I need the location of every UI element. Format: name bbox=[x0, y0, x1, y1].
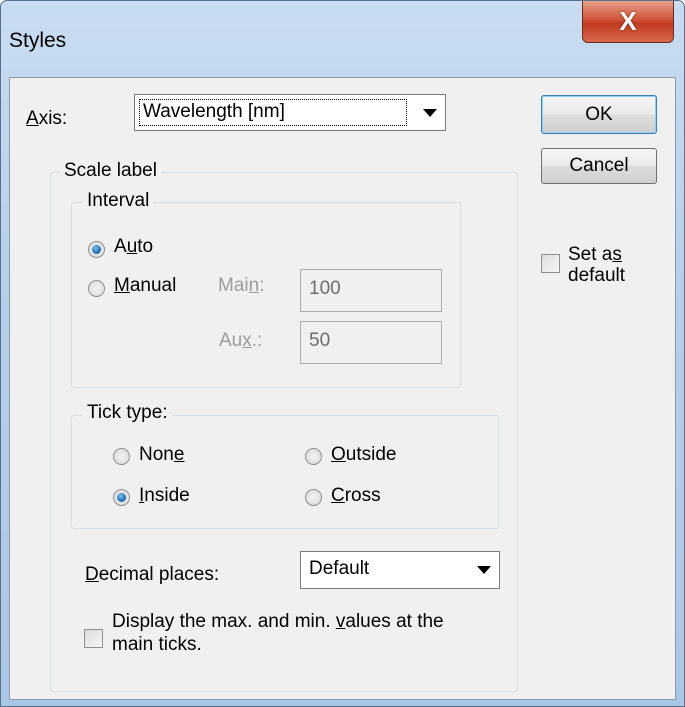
styles-dialog: Styles X Axis: Wavelength [nm] OK Cancel… bbox=[0, 0, 685, 707]
decimal-places-select[interactable]: Default bbox=[300, 551, 500, 589]
display-maxmin-label: Display the max. and min. values at the m… bbox=[112, 611, 444, 655]
aux-input[interactable]: 50 bbox=[300, 321, 442, 364]
decimal-places-value: Default bbox=[309, 558, 370, 579]
set-default-label: Set as default bbox=[568, 244, 626, 286]
axis-select[interactable]: Wavelength [nm] bbox=[134, 94, 446, 131]
interval-title: Interval bbox=[83, 190, 154, 212]
dialog-body: Axis: Wavelength [nm] OK Cancel Set as de… bbox=[9, 77, 676, 700]
dropdown-arrow-icon bbox=[423, 109, 437, 117]
inside-radio[interactable] bbox=[113, 489, 130, 506]
manual-radio[interactable] bbox=[88, 280, 105, 297]
cross-label: Cross bbox=[331, 485, 381, 506]
main-input[interactable]: 100 bbox=[300, 269, 442, 312]
scale-label-title: Scale label bbox=[60, 160, 161, 182]
decimal-places-label: Decimal places: bbox=[85, 564, 220, 585]
display-maxmin-checkbox[interactable] bbox=[84, 629, 103, 648]
none-label: None bbox=[139, 444, 185, 465]
window-title: Styles bbox=[9, 29, 67, 52]
main-label: Main: bbox=[218, 275, 265, 296]
set-default-checkbox[interactable] bbox=[541, 254, 560, 273]
manual-label: Manual bbox=[114, 275, 177, 296]
close-button[interactable]: X bbox=[582, 1, 674, 43]
ok-button[interactable]: OK bbox=[541, 95, 657, 134]
cancel-button[interactable]: Cancel bbox=[541, 148, 657, 184]
axis-select-value: Wavelength [nm] bbox=[143, 101, 285, 122]
aux-label: Aux.: bbox=[219, 330, 263, 351]
auto-label: Auto bbox=[114, 236, 154, 257]
none-radio[interactable] bbox=[113, 448, 130, 465]
close-icon: X bbox=[619, 6, 637, 36]
outside-radio[interactable] bbox=[305, 448, 322, 465]
auto-radio[interactable] bbox=[88, 241, 105, 258]
inside-label: Inside bbox=[139, 485, 190, 506]
tick-type-title: Tick type: bbox=[83, 402, 172, 424]
tick-type-group bbox=[71, 415, 499, 529]
cross-radio[interactable] bbox=[305, 489, 322, 506]
dropdown-arrow-icon bbox=[477, 566, 491, 574]
axis-label: Axis: bbox=[26, 108, 68, 129]
outside-label: Outside bbox=[331, 444, 397, 465]
